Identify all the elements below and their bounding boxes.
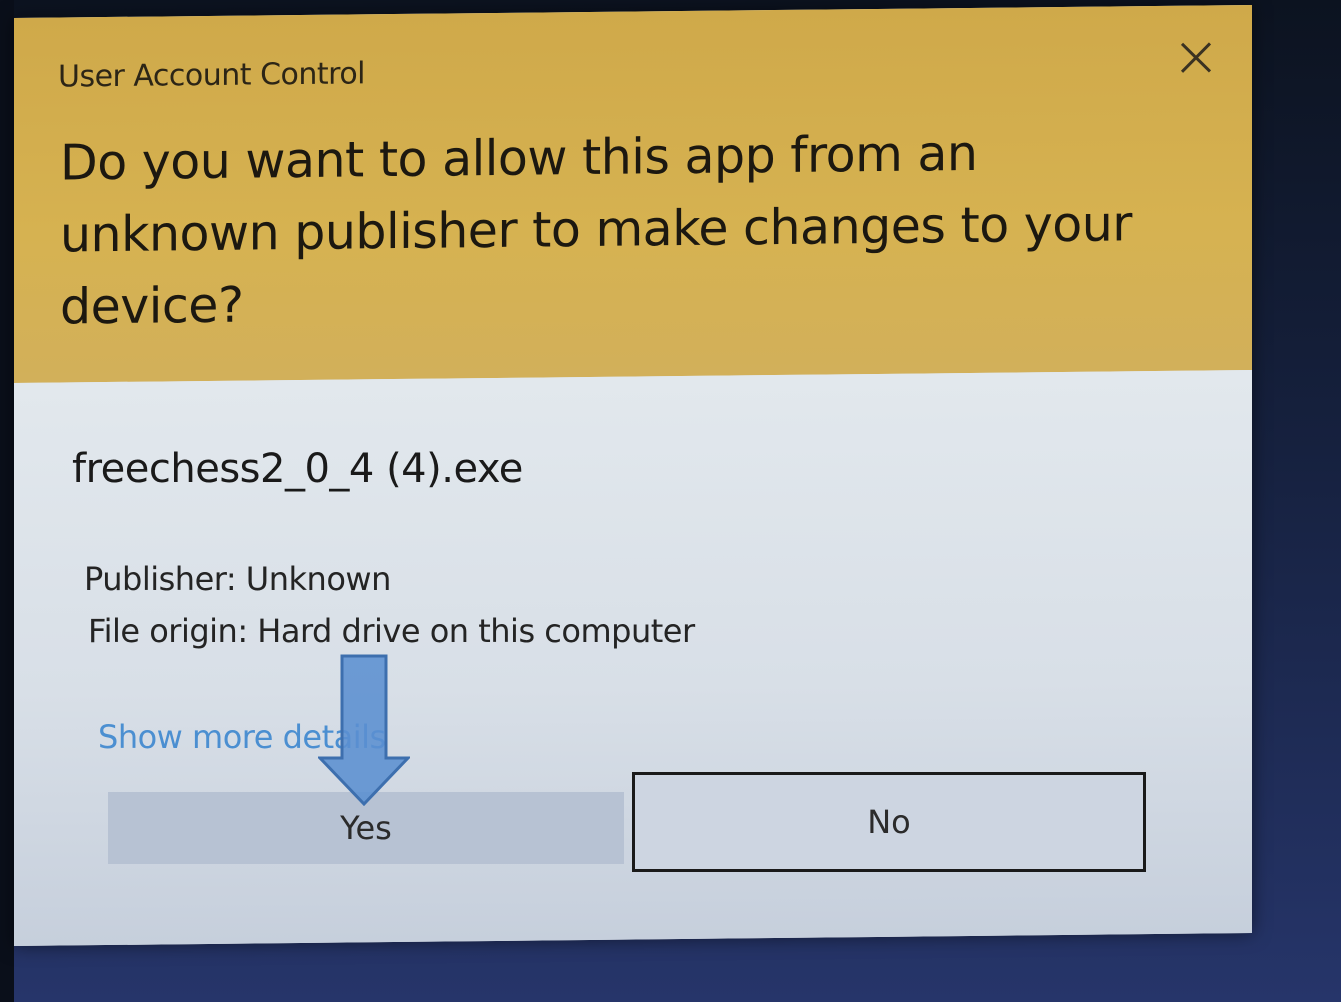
no-button[interactable]: No	[632, 772, 1146, 872]
dialog-question: Do you want to allow this app from an un…	[60, 124, 1132, 336]
file-origin-line: File origin: Hard drive on this computer	[88, 612, 695, 650]
dialog-header: User Account Control Do you want to allo…	[14, 5, 1252, 384]
file-name: freechess2_0_4 (4).exe	[72, 446, 523, 492]
close-icon[interactable]	[1176, 37, 1216, 77]
arrow-down-icon	[316, 654, 412, 807]
publisher-line: Publisher: Unknown	[84, 560, 391, 598]
dialog-title: User Account Control	[58, 56, 366, 95]
screen-bezel	[0, 0, 14, 1002]
